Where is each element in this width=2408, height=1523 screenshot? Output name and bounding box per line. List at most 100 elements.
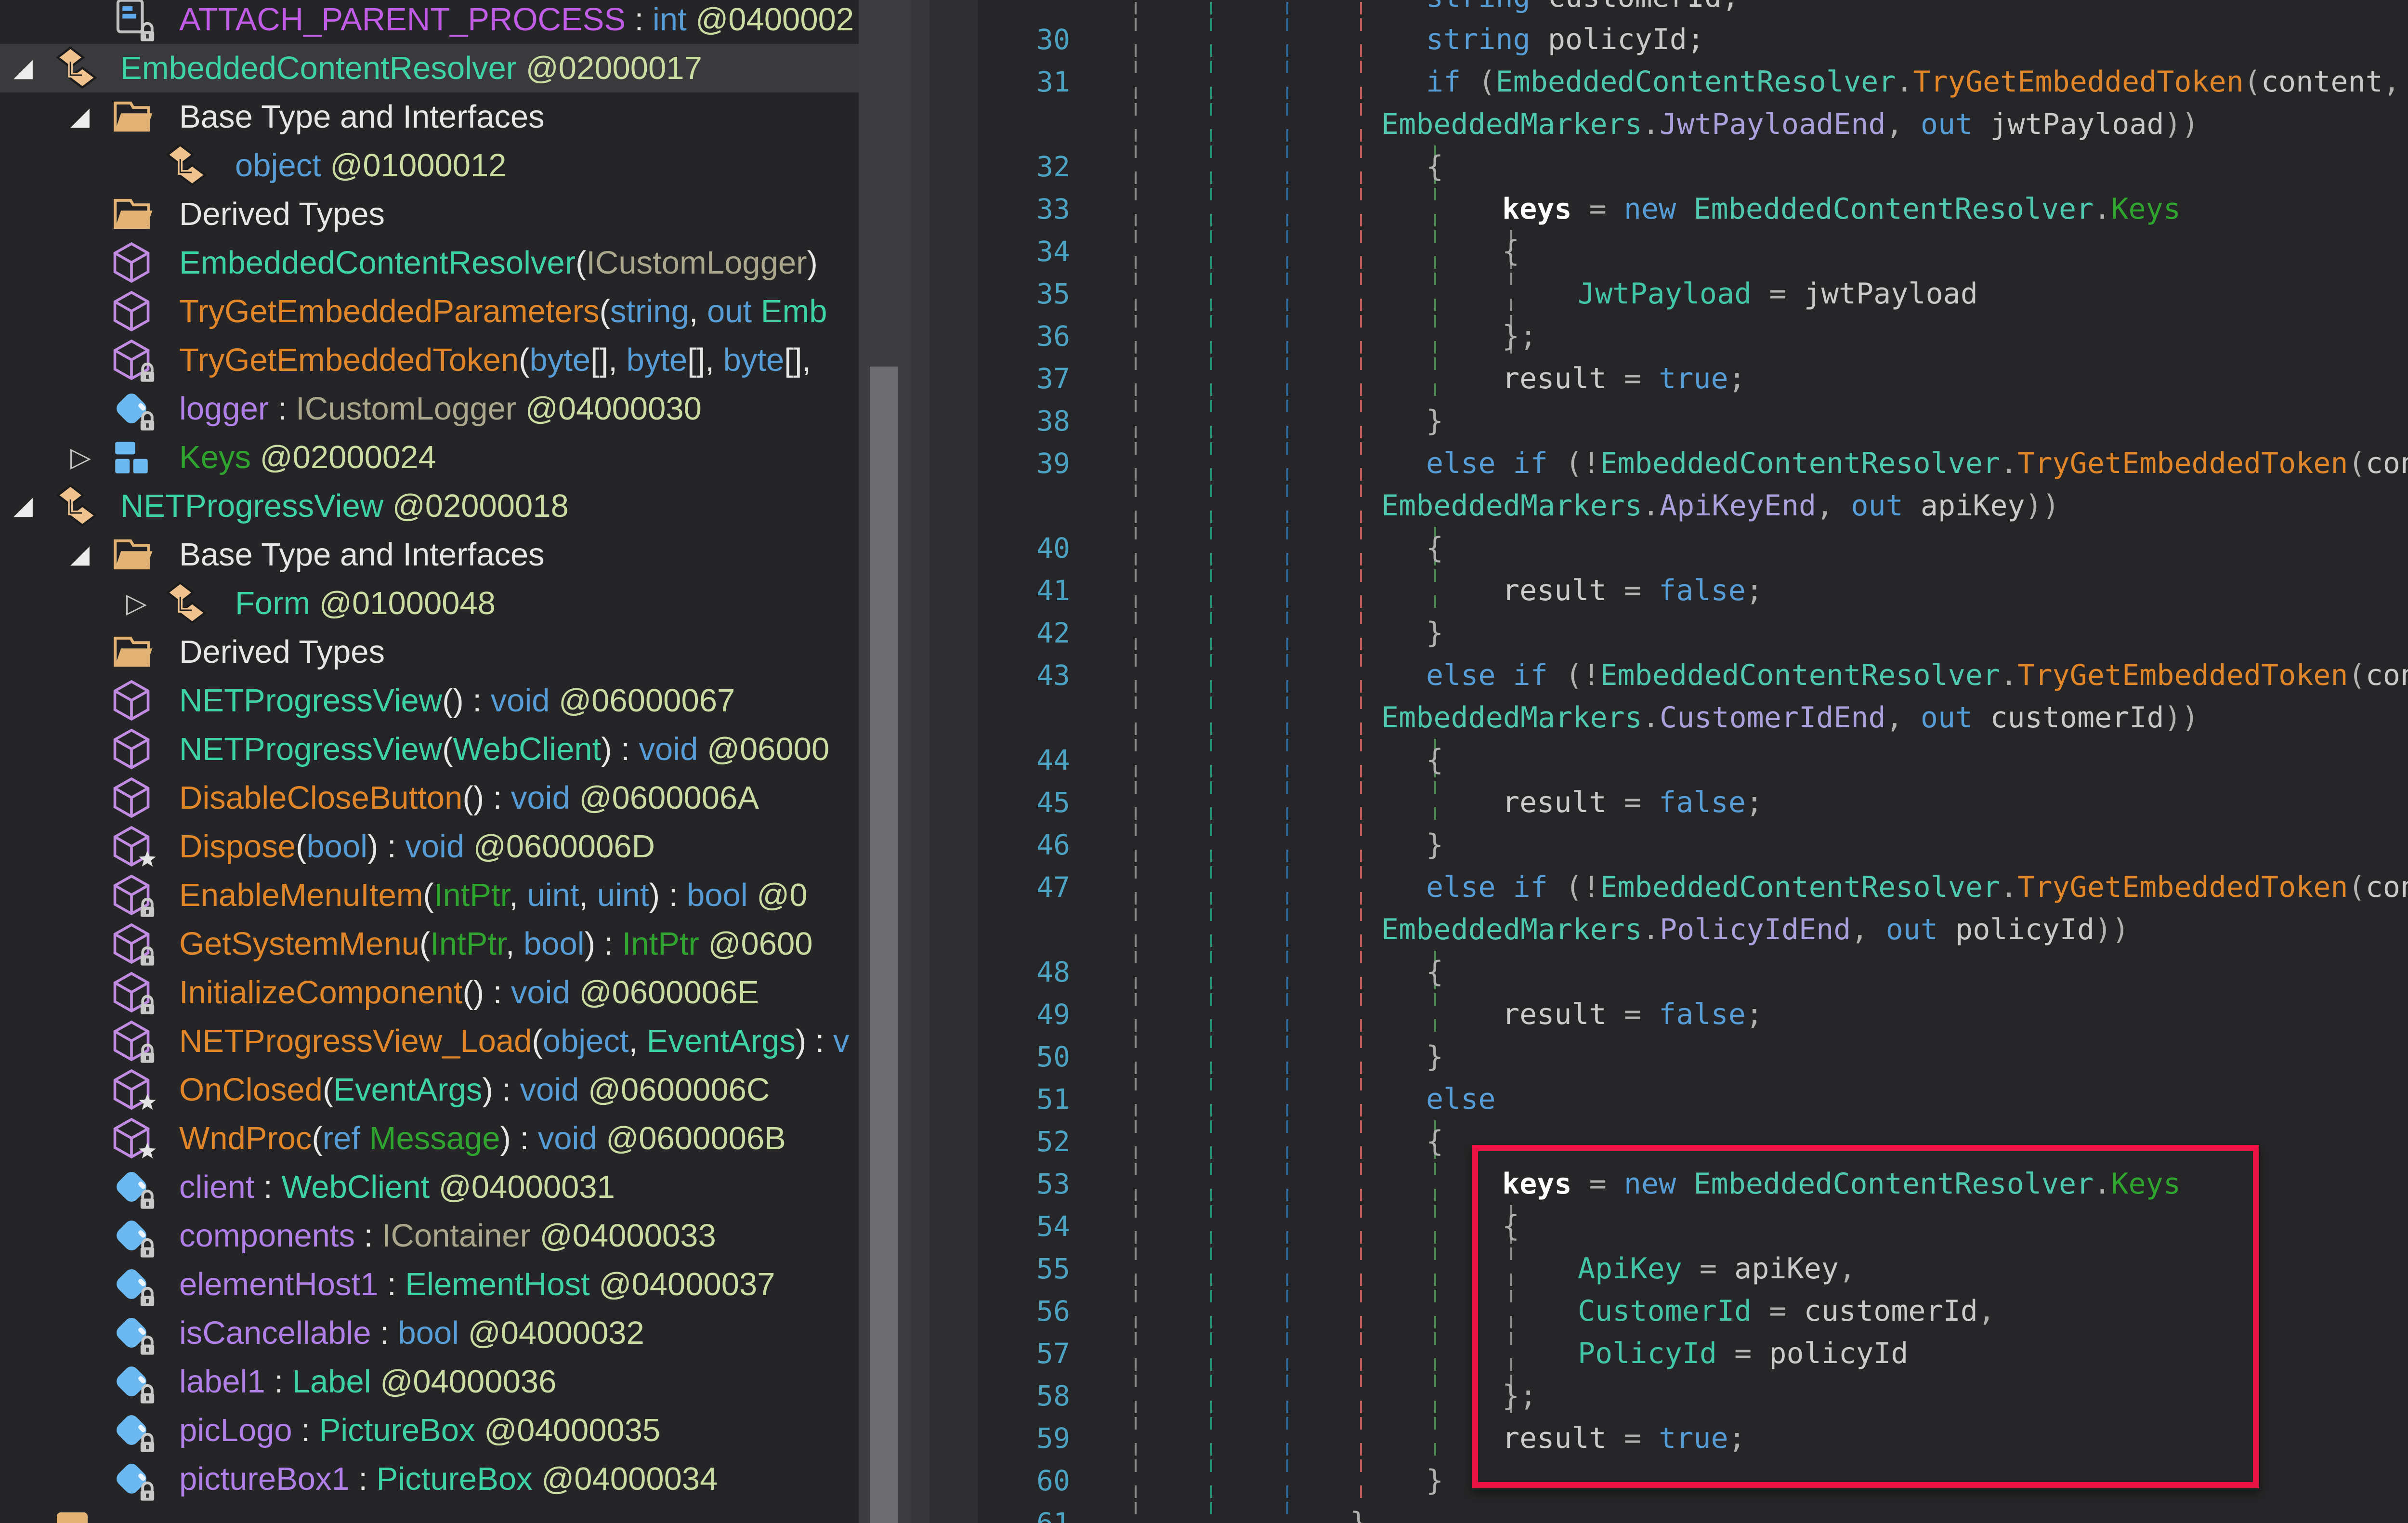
code-token: = [1607,362,1659,395]
decompiled-code-editor[interactable]: string customerId;30string policyId;31if… [978,0,2408,1523]
code-line-48[interactable]: 48{ [978,951,2408,993]
tree-item-trygetembeddedtoken[interactable]: TryGetEmbeddedToken(byte[], byte[], byte… [0,336,859,384]
tree-label-segment: , [506,926,523,962]
expander-open-icon[interactable]: ◢ [70,530,90,579]
code-line-60[interactable]: 60} [978,1459,2408,1502]
code-line-35[interactable]: 35JwtPayload = jwtPayload [978,273,2408,315]
code-line-33[interactable]: 33keys = new EmbeddedContentResolver.Key… [978,188,2408,230]
code-line-58[interactable]: 58}; [978,1375,2408,1417]
tree-item-embeddedcontentresolver[interactable]: EmbeddedContentResolver(ICustomLogger) [0,238,859,287]
tree-item-object[interactable]: object @01000012 [0,141,859,190]
tree-scrollbar-thumb[interactable] [870,367,898,1523]
code-line-49[interactable]: 49result = false; [978,993,2408,1036]
expander-open-icon[interactable]: ◢ [70,92,90,141]
code-line-37[interactable]: 37result = true; [978,357,2408,400]
code-line-54[interactable]: 54{ [978,1205,2408,1247]
code-line-44[interactable]: 44{ [978,739,2408,781]
code-line-wrap[interactable]: EmbeddedMarkers.JwtPayloadEnd, out jwtPa… [978,103,2408,145]
keys-icon [110,435,153,479]
code-line-59[interactable]: 59result = true; [978,1417,2408,1459]
line-number: 40 [978,527,1070,569]
tree-item-picturebox1[interactable]: pictureBox1 : PictureBox @04000034 [0,1455,859,1503]
tree-item-derived-types[interactable]: Derived Types [0,190,859,238]
code-line-46[interactable]: 46} [978,824,2408,866]
tree-item-label: GetSystemMenu(IntPtr, bool) : IntPtr @06… [179,919,813,968]
tree-item-dispose[interactable]: Dispose(bool) : void @0600006D [0,822,859,871]
code-line-31[interactable]: 31if (EmbeddedContentResolver.TryGetEmbe… [978,61,2408,103]
code-line-wrap[interactable]: string customerId; [978,0,2408,18]
tree-item-wndproc[interactable]: WndProc(ref Message) : void @0600006B [0,1114,859,1163]
tree-item-piclogo[interactable]: picLogo : PictureBox @04000035 [0,1406,859,1455]
code-line-wrap[interactable]: EmbeddedMarkers.CustomerIdEnd, out custo… [978,696,2408,739]
tree-item-client[interactable]: client : WebClient @04000031 [0,1163,859,1211]
code-line-36[interactable]: 36}; [978,315,2408,357]
indent-guide [1434,993,1436,1036]
tree-item-components[interactable]: components : IContainer @04000033 [0,1211,859,1260]
tree-label-segment: DisableCloseButton [179,780,462,816]
tree-item-label: TryGetEmbeddedParameters(string, out Emb [179,287,827,336]
expander-collapsed-icon[interactable]: ▷ [126,579,147,628]
tree-item-iscancellable[interactable]: isCancellable : bool @04000032 [0,1309,859,1357]
tree-item-netprogressview[interactable]: NETProgressView(WebClient) : void @06000 [0,725,859,774]
code-line-32[interactable]: 32{ [978,145,2408,188]
code-line-51[interactable]: 51else [978,1078,2408,1120]
tree-item-base-type-and-interfaces[interactable]: ◢Base Type and Interfaces [0,530,859,579]
tree-item-onclosed[interactable]: OnClosed(EventArgs) : void @0600006C [0,1065,859,1114]
tree-item-logger[interactable]: logger : ICustomLogger @04000030 [0,384,859,433]
code-text: keys = new EmbeddedContentResolver.Keys [1502,188,2181,230]
tree-item-enablemenuitem[interactable]: EnableMenuItem(IntPtr, uint, uint) : boo… [0,871,859,919]
tree-item-netprogressview-load[interactable]: NETProgressView_Load(object, EventArgs) … [0,1017,859,1065]
tree-label-segment: EventArgs [333,1072,482,1108]
code-line-61[interactable]: 61} [978,1502,2408,1523]
line-number: 42 [978,612,1070,654]
code-line-52[interactable]: 52{ [978,1120,2408,1163]
tree-item-netprogressview[interactable]: NETProgressView() : void @06000067 [0,676,859,725]
code-token: string [1426,0,1531,14]
tree-item-keys[interactable]: ▷Keys @02000024 [0,433,859,482]
code-line-42[interactable]: 42} [978,612,2408,654]
tree-item-getsystemmenu[interactable]: GetSystemMenu(IntPtr, bool) : IntPtr @06… [0,919,859,968]
tree-item-form[interactable]: ▷Form @01000048 [0,579,859,628]
code-line-56[interactable]: 56CustomerId = customerId, [978,1290,2408,1332]
code-line-wrap[interactable]: EmbeddedMarkers.PolicyIdEnd, out policyI… [978,908,2408,951]
code-line-38[interactable]: 38} [978,400,2408,442]
indent-guide [1360,485,1362,527]
expander-collapsed-icon[interactable]: ▷ [70,433,91,482]
tree-item-trygetembeddedparameters[interactable]: TryGetEmbeddedParameters(string, out Emb [0,287,859,336]
code-line-30[interactable]: 30string policyId; [978,18,2408,61]
tree-scrollbar[interactable] [859,0,911,1523]
tree-item-attach-parent-process[interactable]: ATTACH_PARENT_PROCESS : int @0400002 [0,0,859,44]
folder-icon [110,192,153,236]
tree-item-derived-types[interactable]: Derived Types [0,628,859,676]
code-line-47[interactable]: 47else if (!EmbeddedContentResolver.TryG… [978,866,2408,908]
code-line-39[interactable]: 39else if (!EmbeddedContentResolver.TryG… [978,442,2408,485]
code-line-34[interactable]: 34{ [978,230,2408,273]
assembly-explorer-tree[interactable]: ATTACH_PARENT_PROCESS : int @0400002◢Emb… [0,0,859,1523]
code-line-53[interactable]: 53keys = new EmbeddedContentResolver.Key… [978,1163,2408,1205]
indent-guide [1286,1078,1288,1120]
tree-item-disableclosebutton[interactable]: DisableCloseButton() : void @0600006A [0,774,859,822]
tree-item-base-type-and-interfaces[interactable]: ◢Base Type and Interfaces [0,92,859,141]
tree-item-embeddedcontentresolver[interactable]: ◢EmbeddedContentResolver @02000017 [0,44,859,92]
indent-guide [1286,1502,1288,1523]
constfield-icon [110,0,153,41]
tree-item-label: Derived Types [179,190,385,238]
tree-item-netprogressview[interactable]: ◢NETProgressView @02000018 [0,482,859,530]
tree-item-initializecomponent[interactable]: InitializeComponent() : void @0600006E [0,968,859,1017]
tree-item-label1[interactable]: label1 : Label @04000036 [0,1357,859,1406]
code-line-45[interactable]: 45result = false; [978,781,2408,824]
code-line-wrap[interactable]: EmbeddedMarkers.ApiKeyEnd, out apiKey)) [978,485,2408,527]
expander-open-icon[interactable]: ◢ [13,482,33,530]
code-line-43[interactable]: 43else if (!EmbeddedContentResolver.TryG… [978,654,2408,696]
tree-item-elementhost1[interactable]: elementHost1 : ElementHost @04000037 [0,1260,859,1309]
code-text: } [1426,400,1443,442]
panel-splitter[interactable] [911,0,929,1523]
code-line-50[interactable]: 50} [978,1036,2408,1078]
code-line-41[interactable]: 41result = false; [978,569,2408,612]
expander-open-icon[interactable]: ◢ [13,44,33,92]
lock-overlay-icon [138,1384,157,1405]
code-line-57[interactable]: 57PolicyId = policyId [978,1332,2408,1375]
code-token: { [1426,955,1443,989]
code-line-55[interactable]: 55ApiKey = apiKey, [978,1247,2408,1290]
code-line-40[interactable]: 40{ [978,527,2408,569]
